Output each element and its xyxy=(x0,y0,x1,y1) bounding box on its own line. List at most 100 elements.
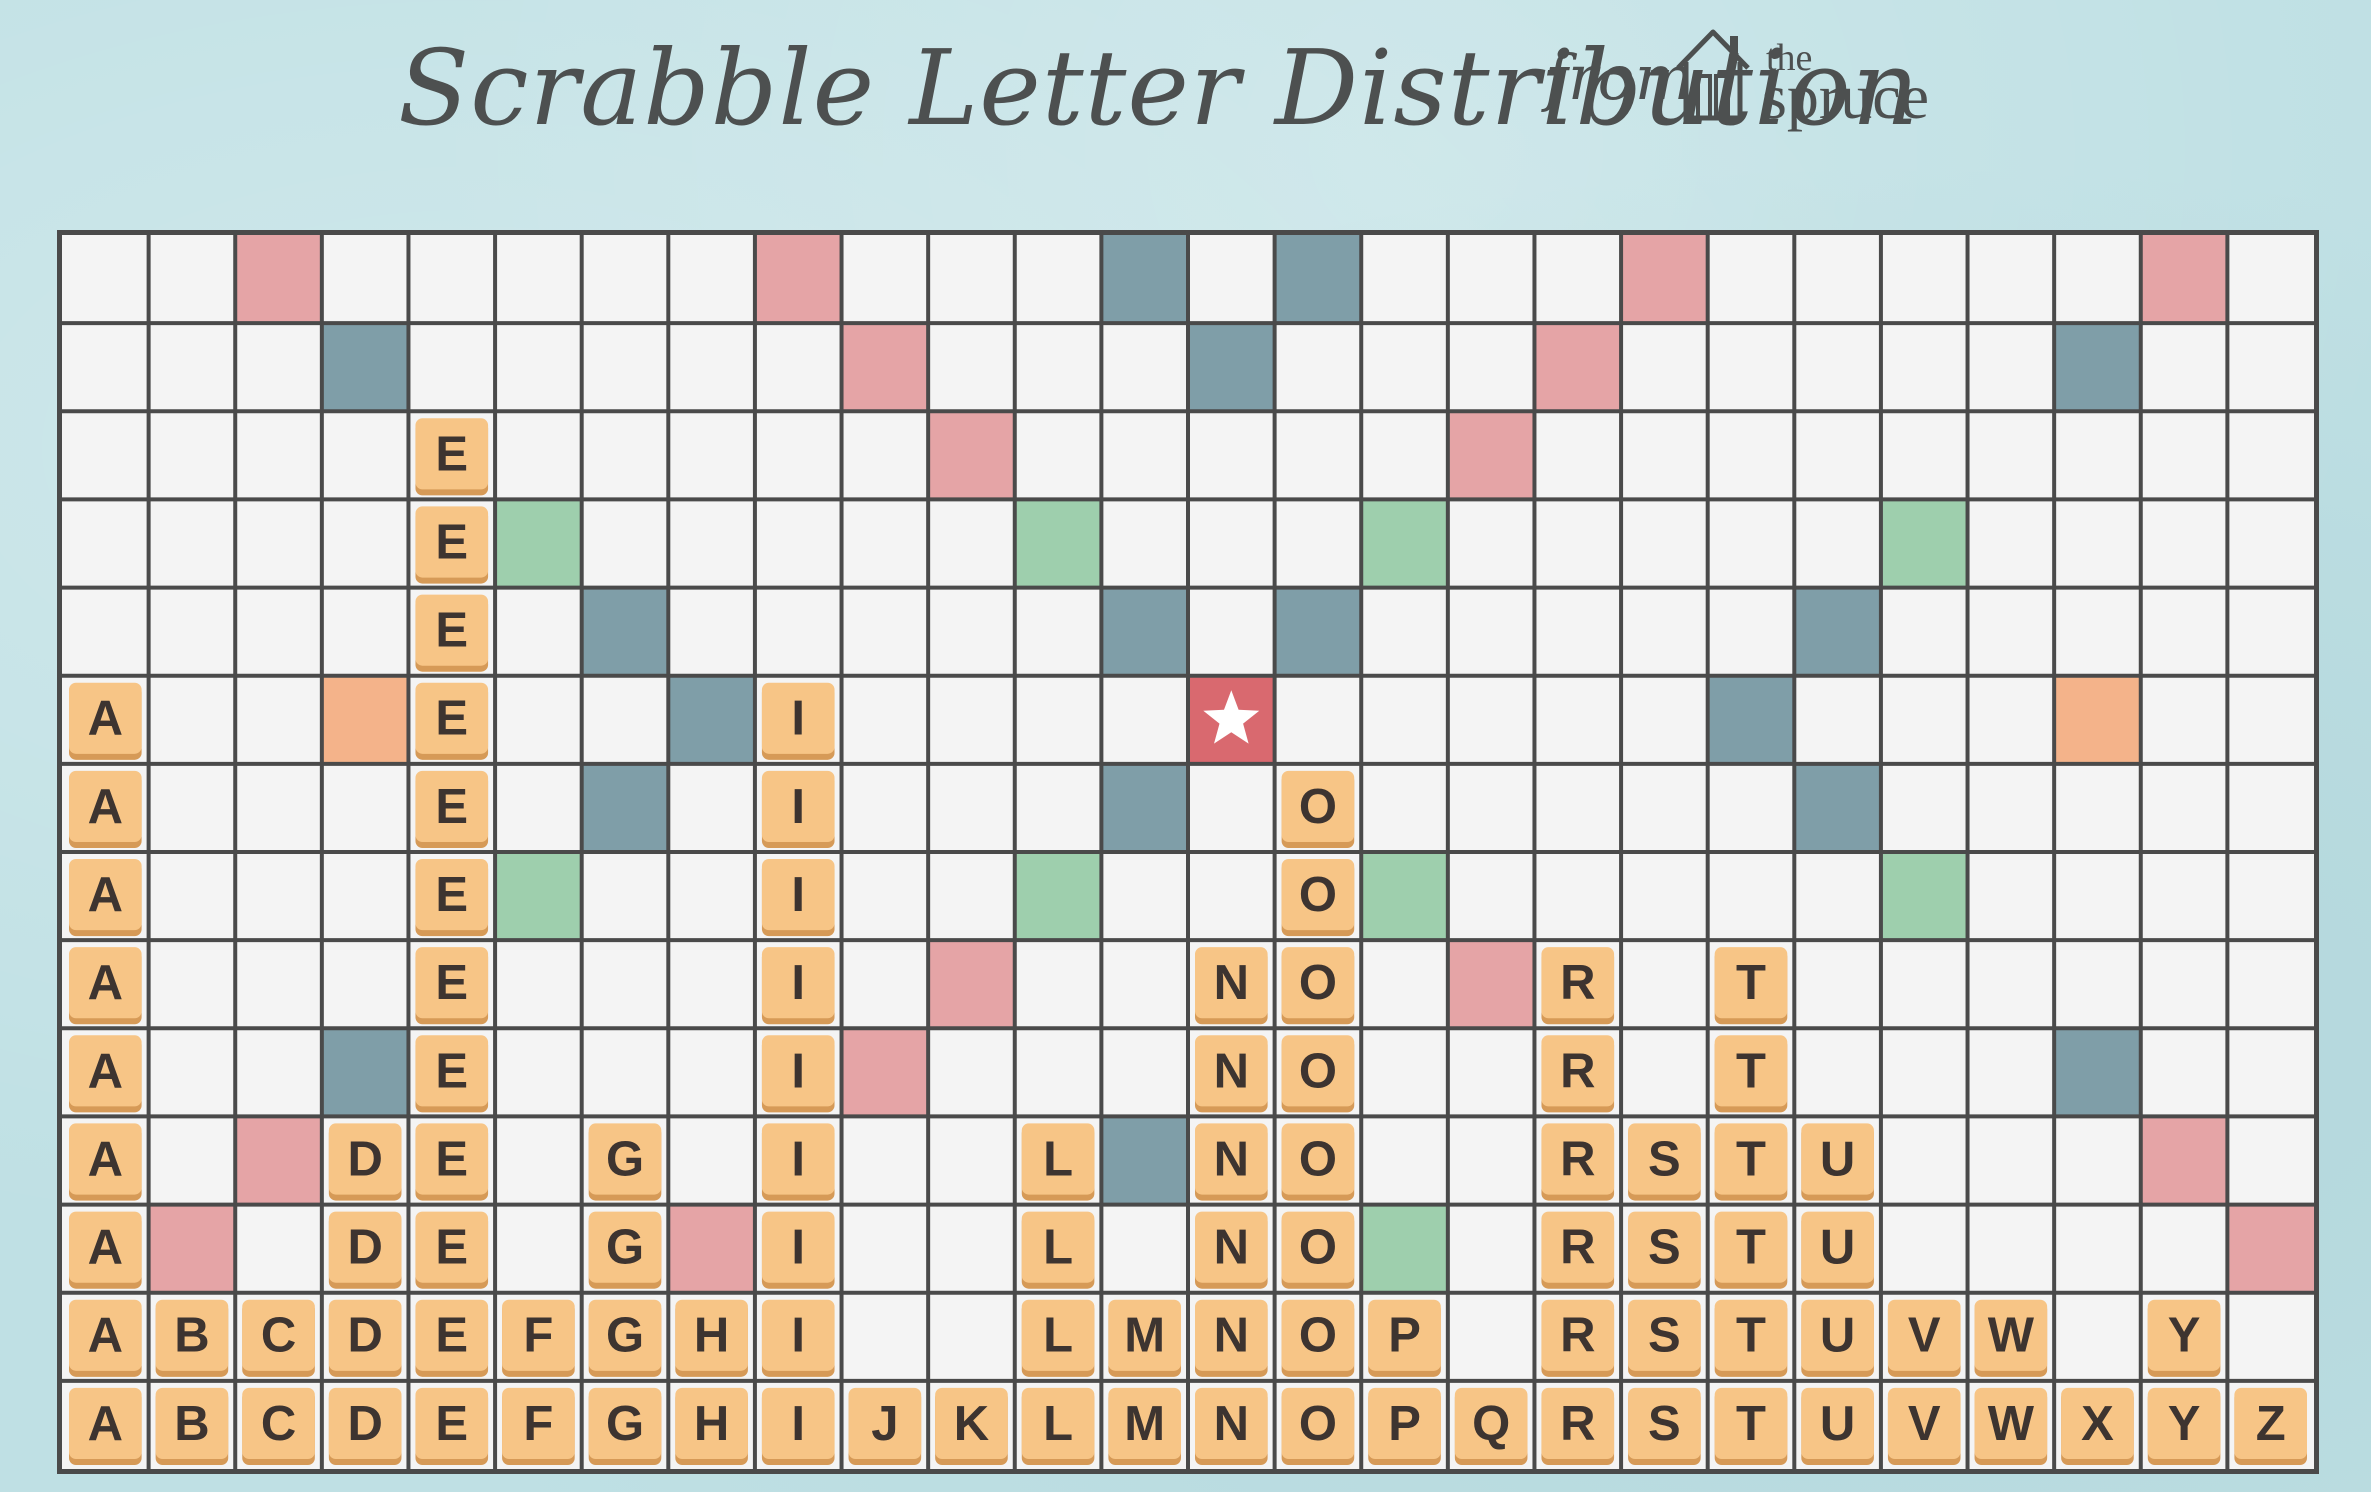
blue-bonus-cell xyxy=(581,763,669,852)
letter-tile: R xyxy=(1541,1299,1615,1377)
letter-tile: S xyxy=(1628,1211,1701,1289)
letter-tile: N xyxy=(1195,1299,1268,1377)
tile-letter: N xyxy=(1214,956,1249,1010)
letter-tile: N xyxy=(1195,1123,1268,1201)
letter-tile: E xyxy=(415,770,489,848)
letter-tile: T xyxy=(1714,1211,1788,1289)
blue-bonus-cell xyxy=(668,675,755,764)
green-bonus-cell xyxy=(495,499,582,588)
letter-tile: E xyxy=(415,1123,489,1201)
tile-letter: U xyxy=(1820,1309,1855,1363)
letter-tile: O xyxy=(1281,770,1355,848)
tile-letter: R xyxy=(1560,1309,1595,1363)
orange-bonus-cell xyxy=(2054,675,2141,764)
tile-letter: T xyxy=(1736,1221,1766,1275)
tile-letter: V xyxy=(1908,1309,1941,1363)
blue-bonus-cell xyxy=(1794,587,1881,676)
pink-bonus-cell xyxy=(1534,323,1622,412)
letter-tile: E xyxy=(415,947,489,1025)
tile-letter: K xyxy=(954,1397,989,1451)
tile-letter: S xyxy=(1648,1132,1681,1186)
blue-bonus-cell xyxy=(1101,763,1188,852)
green-bonus-cell xyxy=(1361,1204,1448,1293)
letter-tile: A xyxy=(69,947,142,1025)
letter-tile: E xyxy=(415,1211,489,1289)
tile-letter: I xyxy=(791,1221,805,1275)
letter-tile: Q xyxy=(1454,1387,1528,1465)
letter-tile: U xyxy=(1801,1123,1874,1201)
letter-tile: C xyxy=(242,1387,315,1465)
pink-bonus-cell xyxy=(928,411,1015,500)
tile-letter: R xyxy=(1560,956,1595,1010)
tile-letter: W xyxy=(1988,1309,2035,1363)
letter-tile: A xyxy=(69,1035,142,1113)
tile-letter: V xyxy=(1908,1397,1941,1451)
letter-tile: N xyxy=(1195,1387,1268,1465)
tile-letter: A xyxy=(88,780,123,834)
board-grid: EEEA E IA E I OA E I OA E I N O R TA E I N O R TA D E G I L N O R S T U… xyxy=(62,235,2314,1469)
letter-tile: N xyxy=(1195,947,1268,1025)
tile-letter: C xyxy=(261,1309,296,1363)
letter-tile: A xyxy=(69,682,142,760)
letter-tile: E xyxy=(415,506,489,584)
letter-tile: O xyxy=(1281,1035,1355,1113)
tile-letter: H xyxy=(694,1397,729,1451)
tile-letter: O xyxy=(1299,1397,1337,1451)
letter-tile: D xyxy=(328,1387,402,1465)
tile-letter: S xyxy=(1648,1309,1681,1363)
tile-letter: S xyxy=(1648,1221,1681,1275)
tile-letter: E xyxy=(435,1044,468,1098)
pink-bonus-cell xyxy=(841,1028,929,1117)
tile-letter: E xyxy=(435,427,468,481)
tile-letter: U xyxy=(1820,1221,1855,1275)
blue-bonus-cell xyxy=(321,323,409,412)
tile-letter: E xyxy=(435,1309,468,1363)
tile-letter: E xyxy=(435,868,468,922)
tile-letter: G xyxy=(606,1132,644,1186)
tile-letter: N xyxy=(1214,1309,1249,1363)
pink-bonus-cell xyxy=(1447,411,1535,500)
letter-tile: B xyxy=(155,1387,229,1465)
green-bonus-cell xyxy=(1014,852,1102,941)
green-bonus-cell xyxy=(1880,852,1968,941)
letter-tile: G xyxy=(588,1123,662,1201)
letter-tile: T xyxy=(1714,1299,1788,1377)
letter-tile: Y xyxy=(2147,1387,2221,1465)
blue-bonus-cell xyxy=(1274,235,1362,324)
letter-tile: O xyxy=(1281,1211,1355,1289)
letter-tile: O xyxy=(1281,1387,1355,1465)
letter-tile: L xyxy=(1021,1299,1095,1377)
letter-tile: T xyxy=(1714,1123,1788,1201)
letter-tile: O xyxy=(1281,1123,1355,1201)
letter-tile: I xyxy=(761,1299,835,1377)
tile-letter: O xyxy=(1299,868,1337,922)
letter-tile: E xyxy=(415,1387,489,1465)
letter-tile: I xyxy=(761,947,835,1025)
tile-letter: Z xyxy=(2256,1397,2286,1451)
letter-tile: F xyxy=(502,1299,575,1377)
tile-letter: A xyxy=(88,1132,123,1186)
letter-tile: I xyxy=(761,859,835,937)
letter-tile: L xyxy=(1021,1387,1095,1465)
tile-letter: N xyxy=(1214,1132,1249,1186)
letter-tile: A xyxy=(69,1211,142,1289)
tile-letter: E xyxy=(435,1397,468,1451)
letter-tile: G xyxy=(588,1387,662,1465)
tile-letter: Y xyxy=(2168,1309,2201,1363)
tile-letter: O xyxy=(1299,1221,1337,1275)
letter-tile: L xyxy=(1021,1211,1095,1289)
tile-letter: T xyxy=(1736,956,1766,1010)
letter-tile: U xyxy=(1801,1299,1874,1377)
letter-tile: I xyxy=(761,770,835,848)
blue-bonus-cell xyxy=(1707,675,1795,764)
tile-letter: L xyxy=(1043,1132,1073,1186)
pink-bonus-cell xyxy=(2140,235,2228,324)
tile-letter: I xyxy=(791,868,805,922)
letter-tile: U xyxy=(1801,1387,1874,1465)
green-bonus-cell xyxy=(1361,499,1448,588)
tile-letter: R xyxy=(1560,1132,1595,1186)
green-bonus-cell xyxy=(1014,499,1102,588)
pink-bonus-cell xyxy=(754,235,842,324)
green-bonus-cell xyxy=(495,852,582,941)
tile-letter: T xyxy=(1736,1132,1766,1186)
